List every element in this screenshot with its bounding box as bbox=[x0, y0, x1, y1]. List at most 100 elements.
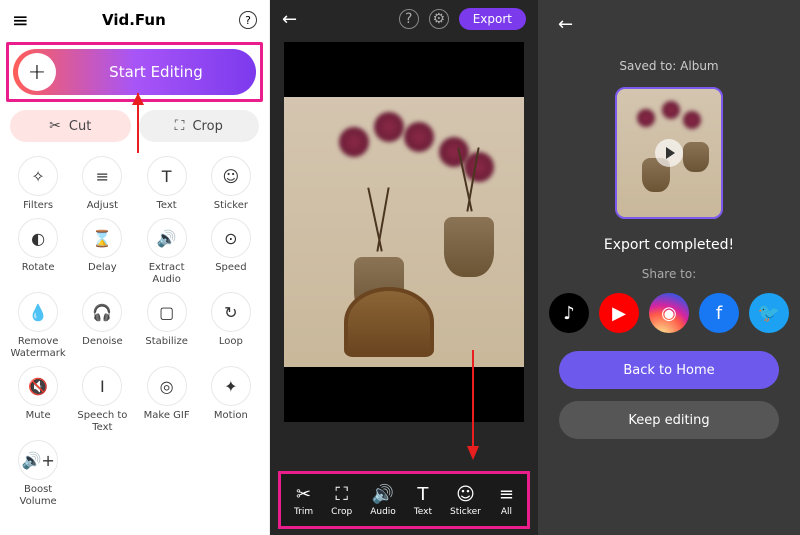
help-icon[interactable]: ? bbox=[239, 11, 257, 29]
tool-label: Mute bbox=[26, 410, 51, 422]
home-panel: ≡ Vid.Fun ? + Start Editing ✂ Cut ⛶ Crop ✧… bbox=[0, 0, 270, 535]
tool-denoise[interactable]: 🎧 Denoise bbox=[70, 292, 134, 360]
back-icon[interactable]: ← bbox=[558, 14, 573, 35]
back-to-home-button[interactable]: Back to Home bbox=[559, 351, 779, 389]
tool-boost-volume[interactable]: 🔊+Boost Volume bbox=[6, 440, 70, 508]
btm-tool-sticker[interactable]: ☺ Sticker bbox=[450, 484, 481, 517]
keep-editing-button[interactable]: Keep editing bbox=[559, 401, 779, 439]
tool-icon: ↻ bbox=[211, 292, 251, 332]
tool-label: Speech to Text bbox=[70, 410, 134, 434]
tool-label: Delay bbox=[88, 262, 117, 274]
tool-icon: 🔊 bbox=[372, 484, 394, 505]
editor-panel: ← ? ⚙ Export ✂ Trim ⛶ Crop 🔊 Audio T Text ☺ Stick… bbox=[270, 0, 538, 535]
tool-remove-watermark[interactable]: 💧 Remove Watermark bbox=[6, 292, 70, 360]
tool-extract-audio[interactable]: 🔊 Extract Audio bbox=[135, 218, 199, 286]
tool-speed[interactable]: ⊙ Speed bbox=[199, 218, 263, 286]
tool-text[interactable]: T Text bbox=[135, 156, 199, 212]
tool-grid: ✧ Filters ≡ Adjust T Text ☺Sticker ◐ Rotate ⌛ Dela… bbox=[0, 148, 269, 516]
crop-icon: ⛶ bbox=[175, 118, 185, 134]
tool-icon: 🔊 bbox=[147, 218, 187, 258]
start-editing-label: Start Editing bbox=[56, 63, 256, 81]
tool-label: Loop bbox=[219, 336, 243, 348]
tool-icon: ✂ bbox=[296, 484, 311, 505]
tool-icon: ⛶ bbox=[335, 484, 348, 505]
cut-label: Cut bbox=[69, 119, 91, 134]
crop-button[interactable]: ⛶ Crop bbox=[139, 110, 260, 142]
exported-thumbnail[interactable] bbox=[615, 87, 723, 219]
btm-tool-audio[interactable]: 🔊 Audio bbox=[370, 484, 396, 517]
btm-tool-text[interactable]: T Text bbox=[414, 484, 432, 517]
tool-label: Motion bbox=[214, 410, 248, 422]
tool-delay[interactable]: ⌛ Delay bbox=[70, 218, 134, 286]
tool-icon: ⌛ bbox=[82, 218, 122, 258]
tool-label: Text bbox=[414, 507, 432, 517]
tool-label: Sticker bbox=[450, 507, 481, 517]
tool-icon: ≡ bbox=[499, 484, 514, 505]
tool-icon: ⊙ bbox=[211, 218, 251, 258]
tool-label: Speed bbox=[215, 262, 246, 274]
tool-label: Make GIF bbox=[144, 410, 190, 422]
crop-label: Crop bbox=[192, 119, 222, 134]
tool-stabilize[interactable]: ▢ Stabilize bbox=[135, 292, 199, 360]
tool-icon: ▢ bbox=[147, 292, 187, 332]
bottom-toolbar: ✂ Trim ⛶ Crop 🔊 Audio T Text ☺ Sticker ≡ All bbox=[278, 471, 530, 529]
tool-icon: ☺ bbox=[456, 484, 475, 505]
tool-icon: ✦ bbox=[211, 366, 251, 406]
export-completed-label: Export completed! bbox=[604, 237, 734, 253]
tool-icon: 🎧 bbox=[82, 292, 122, 332]
share-facebook-button[interactable]: f bbox=[699, 293, 739, 333]
tool-sticker[interactable]: ☺Sticker bbox=[199, 156, 263, 212]
tool-speech-to-text[interactable]: ISpeech to Text bbox=[70, 366, 134, 434]
tool-icon: ≡ bbox=[82, 156, 122, 196]
tool-rotate[interactable]: ◐ Rotate bbox=[6, 218, 70, 286]
tool-label: Sticker bbox=[214, 200, 248, 212]
btm-tool-all[interactable]: ≡ All bbox=[499, 484, 514, 517]
app-title: Vid.Fun bbox=[102, 11, 166, 29]
tool-label: Stabilize bbox=[145, 336, 187, 348]
plus-icon: + bbox=[18, 53, 56, 91]
start-editing-button[interactable]: + Start Editing bbox=[13, 49, 256, 95]
tool-label: All bbox=[501, 507, 512, 517]
tool-filters[interactable]: ✧ Filters bbox=[6, 156, 70, 212]
tool-label: Crop bbox=[331, 507, 352, 517]
tool-label: Audio bbox=[370, 507, 396, 517]
back-icon[interactable]: ← bbox=[282, 9, 297, 30]
tool-label: Rotate bbox=[22, 262, 55, 274]
tool-label: Text bbox=[157, 200, 177, 212]
tool-label: Boost Volume bbox=[6, 484, 70, 508]
btm-tool-trim[interactable]: ✂ Trim bbox=[294, 484, 313, 517]
tool-mute[interactable]: 🔇 Mute bbox=[6, 366, 70, 434]
share-instagram-button[interactable]: ◉ bbox=[649, 293, 689, 333]
share-tiktok-button[interactable]: ♪ bbox=[549, 293, 589, 333]
tool-label: Extract Audio bbox=[135, 262, 199, 286]
tool-motion[interactable]: ✦ Motion bbox=[199, 366, 263, 434]
tool-icon: ◐ bbox=[18, 218, 58, 258]
tool-loop[interactable]: ↻ Loop bbox=[199, 292, 263, 360]
export-complete-panel: ← Saved to: Album Export completed! Shar… bbox=[538, 0, 800, 535]
tool-label: Adjust bbox=[87, 200, 118, 212]
tool-label: Filters bbox=[23, 200, 53, 212]
menu-icon[interactable]: ≡ bbox=[12, 8, 29, 32]
share-youtube-button[interactable]: ▶ bbox=[599, 293, 639, 333]
tool-icon: T bbox=[147, 156, 187, 196]
tool-icon: ◎ bbox=[147, 366, 187, 406]
btm-tool-crop[interactable]: ⛶ Crop bbox=[331, 484, 352, 517]
help-icon[interactable]: ? bbox=[399, 9, 419, 29]
tool-icon: 💧 bbox=[18, 292, 58, 332]
saved-to-label: Saved to: Album bbox=[619, 59, 718, 73]
settings-icon[interactable]: ⚙ bbox=[429, 9, 449, 29]
tool-make-gif[interactable]: ◎ Make GIF bbox=[135, 366, 199, 434]
share-twitter-button[interactable]: 🐦 bbox=[749, 293, 789, 333]
tool-label: Remove Watermark bbox=[6, 336, 70, 360]
cut-button[interactable]: ✂ Cut bbox=[10, 110, 131, 142]
export-button[interactable]: Export bbox=[459, 8, 526, 30]
scissors-icon: ✂ bbox=[49, 118, 61, 134]
tool-icon: T bbox=[417, 484, 428, 505]
tool-label: Denoise bbox=[82, 336, 122, 348]
tool-icon: ✧ bbox=[18, 156, 58, 196]
share-to-label: Share to: bbox=[642, 267, 697, 281]
video-preview[interactable] bbox=[284, 42, 524, 422]
tool-label: Trim bbox=[294, 507, 313, 517]
tool-adjust[interactable]: ≡ Adjust bbox=[70, 156, 134, 212]
tool-icon: 🔇 bbox=[18, 366, 58, 406]
